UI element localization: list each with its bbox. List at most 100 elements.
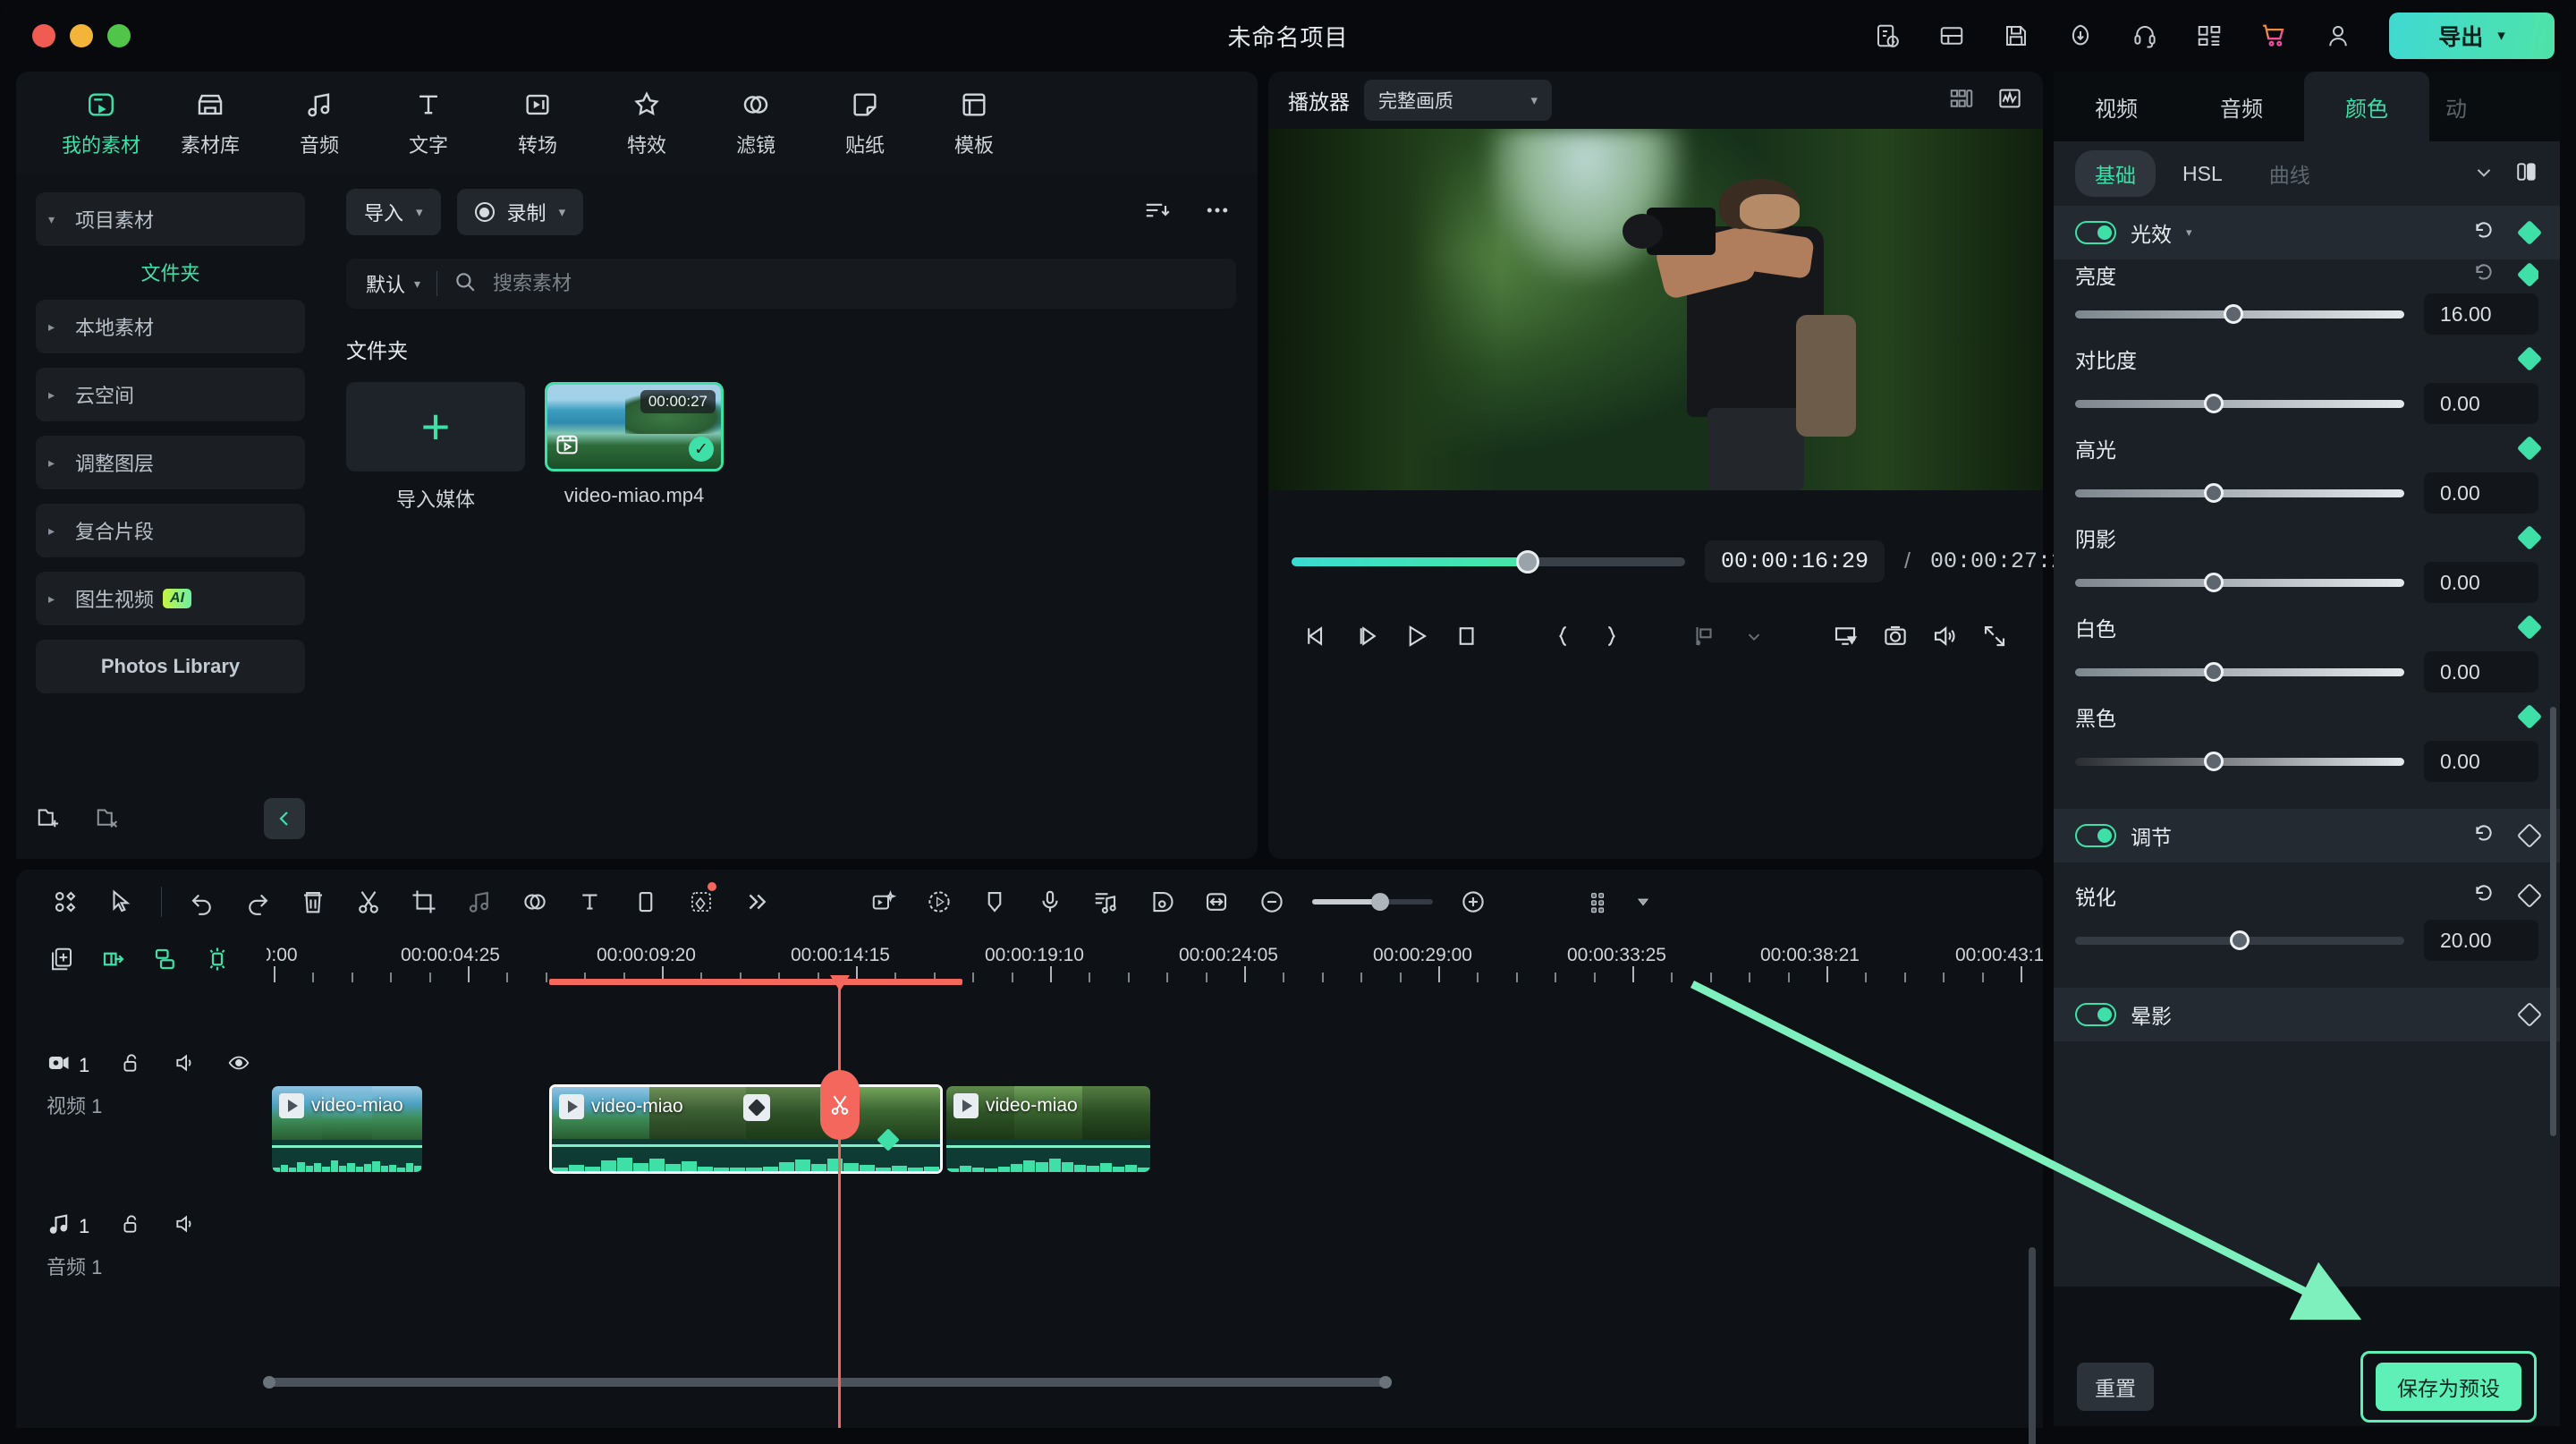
chevron-down-icon[interactable] [2472, 160, 2496, 188]
sidebar-item-compound-clip[interactable]: ▸ 复合片段 [36, 504, 305, 557]
reset-icon[interactable] [2472, 882, 2496, 910]
scrollbar-thumb[interactable] [267, 1378, 1388, 1387]
sidebar-item-cloud[interactable]: ▸ 云空间 [36, 368, 305, 421]
filter-sort-icon[interactable] [1143, 197, 1170, 228]
white-value[interactable]: 0.00 [2424, 651, 2538, 692]
slider-handle[interactable] [2203, 573, 2224, 592]
scrollbar-grip-left[interactable] [263, 1376, 275, 1389]
cart-icon[interactable] [2255, 17, 2292, 55]
tab-filter[interactable]: 滤镜 [701, 88, 810, 158]
reset-icon[interactable] [2472, 822, 2496, 850]
sidebar-item-photos-library[interactable]: Photos Library [36, 640, 305, 693]
sidebar-item-folders[interactable]: 文件夹 [36, 257, 305, 287]
slider-handle[interactable] [2203, 662, 2224, 682]
save-preset-button[interactable]: 保存为预设 [2376, 1363, 2521, 1411]
redo-icon[interactable] [230, 877, 285, 927]
stop-button[interactable] [1441, 613, 1491, 659]
mask-icon[interactable] [618, 877, 674, 927]
fit-timeline-icon[interactable] [1189, 877, 1244, 927]
contrast-slider[interactable] [2075, 394, 2404, 413]
tab-color[interactable]: 颜色 [2304, 72, 2429, 141]
account-icon[interactable] [2319, 17, 2357, 55]
tab-sticker[interactable]: 贴纸 [810, 88, 919, 158]
timeline-clip[interactable]: video-miao [272, 1086, 422, 1172]
next-frame-button[interactable] [1342, 613, 1392, 659]
highlight-value[interactable]: 0.00 [2424, 472, 2538, 514]
brightness-value[interactable]: 16.00 [2424, 293, 2538, 335]
add-track-icon[interactable] [48, 946, 75, 977]
tab-video[interactable]: 视频 [2054, 72, 2179, 141]
audio-detach-icon[interactable] [452, 877, 507, 927]
reset-icon[interactable] [2472, 219, 2496, 247]
split-view-icon[interactable] [1948, 85, 1975, 116]
zoom-slider[interactable] [1312, 893, 1433, 911]
shadow-value[interactable]: 0.00 [2424, 562, 2538, 603]
reset-button[interactable]: 重置 [2077, 1363, 2154, 1411]
collapse-panel-icon[interactable] [264, 798, 305, 839]
undo-icon[interactable] [174, 877, 230, 927]
sidebar-item-local-media[interactable]: ▸ 本地素材 [36, 300, 305, 353]
record-button[interactable]: 录制 ▾ [456, 189, 584, 235]
scrollbar-grip-right[interactable] [1379, 1376, 1392, 1389]
color-controls-scroll[interactable]: 光效 ▾ 亮度 16.00 对比度 0.00 高光 0.00 阴影 0.00 白… [2054, 206, 2560, 1287]
split-scissors-icon[interactable] [341, 877, 396, 927]
scrubber-handle[interactable] [1516, 549, 1539, 573]
more-options-icon[interactable] [1204, 197, 1231, 228]
sidebar-item-project-media[interactable]: ▾ 项目素材 [36, 192, 305, 246]
delete-folder-icon[interactable] [95, 803, 122, 835]
white-slider[interactable] [2075, 662, 2404, 682]
slider-handle[interactable] [2203, 752, 2224, 771]
tab-audio[interactable]: 音频 [2179, 72, 2304, 141]
sidebar-item-image-to-video[interactable]: ▸ 图生视频 AI [36, 572, 305, 625]
mute-icon[interactable] [174, 1212, 197, 1240]
playhead[interactable] [819, 975, 860, 1428]
keyframe-diamond-filled[interactable] [2516, 703, 2543, 730]
tab-template[interactable]: 模板 [919, 88, 1029, 158]
snapshot-button[interactable] [1870, 613, 1920, 659]
add-text-icon[interactable] [563, 877, 618, 927]
keyframe-diamond-filled[interactable] [2516, 261, 2538, 288]
tab-my-media[interactable]: 我的素材 [47, 88, 156, 158]
zoom-out-icon[interactable] [1244, 877, 1300, 927]
timeline-settings-caret[interactable] [1628, 877, 1658, 927]
snap-align-icon[interactable] [152, 946, 179, 977]
new-folder-icon[interactable] [36, 803, 63, 835]
subtab-hsl[interactable]: HSL [2163, 154, 2242, 194]
subtab-curves[interactable]: 曲线 [2250, 150, 2330, 197]
save-icon[interactable] [1997, 17, 2035, 55]
tab-effects[interactable]: 特效 [592, 88, 701, 158]
slider-handle[interactable] [2230, 930, 2250, 950]
support-headset-icon[interactable] [2126, 17, 2164, 55]
pop-out-player-button[interactable] [1820, 613, 1870, 659]
zoom-in-icon[interactable] [1445, 877, 1501, 927]
keyframe-diamond-hollow[interactable] [2516, 882, 2543, 909]
import-media-box[interactable]: + [346, 382, 525, 471]
reset-icon[interactable] [2472, 261, 2496, 289]
hide-icon[interactable] [227, 1051, 250, 1079]
more-chevrons-icon[interactable] [729, 877, 784, 927]
tab-audio[interactable]: 音频 [265, 88, 374, 158]
highlight-slider[interactable] [2075, 483, 2404, 503]
zoom-slider-handle[interactable] [1370, 893, 1389, 911]
tab-text[interactable]: 文字 [374, 88, 483, 158]
ai-smart-cutout-icon[interactable] [856, 877, 911, 927]
mark-out-button[interactable] [1588, 613, 1638, 659]
playhead-handle[interactable] [829, 975, 850, 991]
sidebar-item-adjustment-layer[interactable]: ▸ 调整图层 [36, 436, 305, 489]
link-clips-icon[interactable] [100, 946, 127, 977]
black-slider[interactable] [2075, 752, 2404, 771]
section-toggle-light[interactable] [2075, 221, 2116, 244]
keyframe-diamond-filled[interactable] [2516, 345, 2543, 372]
layout-icon[interactable] [1933, 17, 1970, 55]
playback-scrubber[interactable] [1292, 549, 1685, 573]
cloud-upload-icon[interactable] [2062, 17, 2099, 55]
volume-button[interactable] [1920, 613, 1970, 659]
keyframe-diamond-hollow[interactable] [2516, 1001, 2543, 1028]
apps-grid-icon[interactable] [2190, 17, 2228, 55]
search-input[interactable] [493, 272, 1216, 295]
magnet-snap-icon[interactable] [204, 946, 231, 977]
crop-icon[interactable] [396, 877, 452, 927]
keyframe-diamond-filled[interactable] [2516, 435, 2543, 462]
lock-icon[interactable] [120, 1212, 143, 1240]
sort-dropdown[interactable]: 默认 ▾ [366, 269, 420, 298]
